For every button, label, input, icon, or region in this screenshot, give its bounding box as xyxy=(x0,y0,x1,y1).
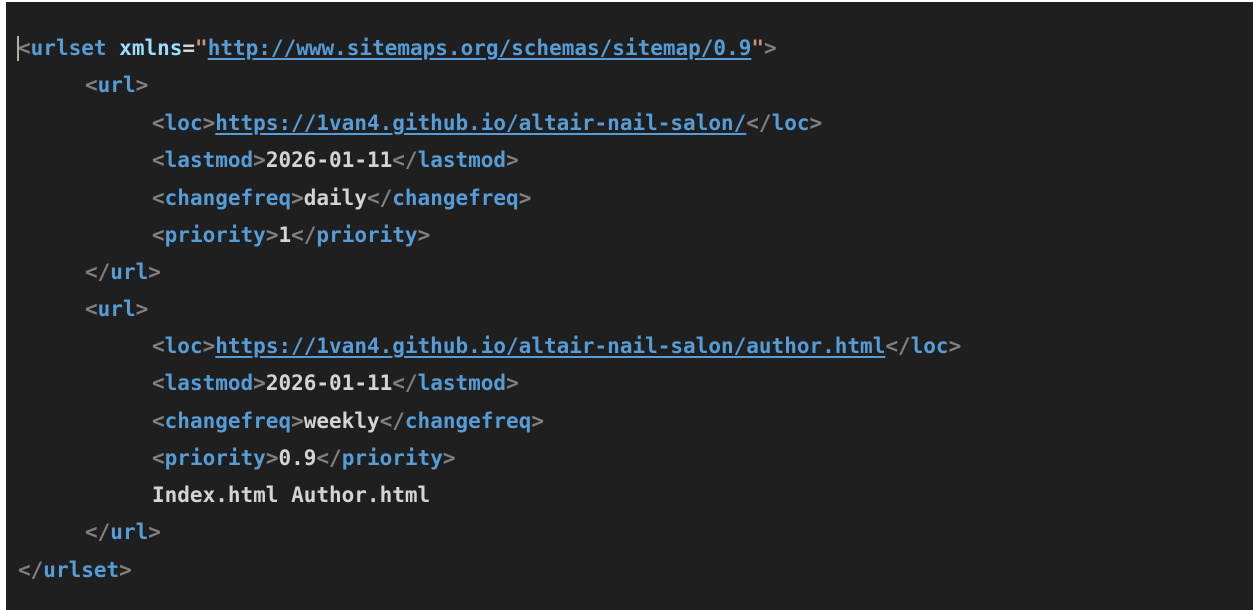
tag-name: lastmod xyxy=(164,148,254,172)
tag-name: lastmod xyxy=(417,371,507,395)
tag-name: priority xyxy=(316,223,418,247)
tag-name: loc xyxy=(164,334,203,358)
tag-name: loc xyxy=(771,111,810,135)
code-line: <loc>https://1van4.github.io/altair-nail… xyxy=(152,111,823,135)
tag-name: loc xyxy=(910,334,949,358)
changefreq-value: weekly xyxy=(303,409,380,433)
code-line: <loc>https://1van4.github.io/altair-nail… xyxy=(152,334,962,358)
stray-text: Index.html Author.html xyxy=(152,483,431,507)
code-line: <lastmod>2026-01-11</lastmod> xyxy=(152,148,519,172)
tag-name: lastmod xyxy=(417,148,507,172)
tag-name: changefreq xyxy=(164,186,292,210)
code-line: <priority>1</priority> xyxy=(152,223,431,247)
tag-name: url xyxy=(97,73,136,97)
quote: " xyxy=(195,36,208,60)
code-line: </url> xyxy=(85,260,161,284)
tag-name: changefreq xyxy=(164,409,292,433)
tag-name: url xyxy=(110,260,149,284)
tag-name: priority xyxy=(341,446,443,470)
tag-name: urlset xyxy=(30,36,107,60)
code-line: <url> xyxy=(85,73,149,97)
code-line: </url> xyxy=(85,520,161,544)
changefreq-value: daily xyxy=(303,186,367,210)
loc-link[interactable]: https://1van4.github.io/altair-nail-salo… xyxy=(215,111,746,135)
code-line: <lastmod>2026-01-11</lastmod> xyxy=(152,371,519,395)
bracket: < xyxy=(18,36,31,60)
bracket: > xyxy=(764,36,777,60)
tag-name: loc xyxy=(164,111,203,135)
priority-value: 1 xyxy=(278,223,292,247)
equals: = xyxy=(182,36,196,60)
code-line: <urlset xmlns="http://www.sitemaps.org/s… xyxy=(18,33,777,63)
xmlns-link[interactable]: http://www.sitemaps.org/schemas/sitemap/… xyxy=(208,36,752,60)
tag-name: changefreq xyxy=(392,186,519,210)
code-line: <changefreq>daily</changefreq> xyxy=(152,186,532,210)
tag-name: lastmod xyxy=(164,371,254,395)
quote: " xyxy=(751,36,765,60)
tag-name: changefreq xyxy=(404,409,532,433)
lastmod-value: 2026-01-11 xyxy=(265,371,393,395)
code-line: Index.html Author.html xyxy=(152,480,430,510)
loc-link[interactable]: https://1van4.github.io/altair-nail-salo… xyxy=(215,334,885,358)
tag-name: url xyxy=(110,520,149,544)
tag-name: priority xyxy=(164,446,266,470)
tag-name: urlset xyxy=(43,558,120,582)
tag-name: url xyxy=(97,297,136,321)
lastmod-value: 2026-01-11 xyxy=(265,148,393,172)
code-line: <priority>0.9</priority> xyxy=(152,446,456,470)
attribute-name: xmlns xyxy=(119,36,183,60)
code-line: <url> xyxy=(85,297,149,321)
tag-name: priority xyxy=(164,223,266,247)
code-line: <changefreq>weekly</changefreq> xyxy=(152,409,544,433)
priority-value: 0.9 xyxy=(278,446,317,470)
code-line: </urlset> xyxy=(18,558,132,582)
code-editor[interactable]: <urlset xmlns="http://www.sitemaps.org/s… xyxy=(6,2,1253,610)
